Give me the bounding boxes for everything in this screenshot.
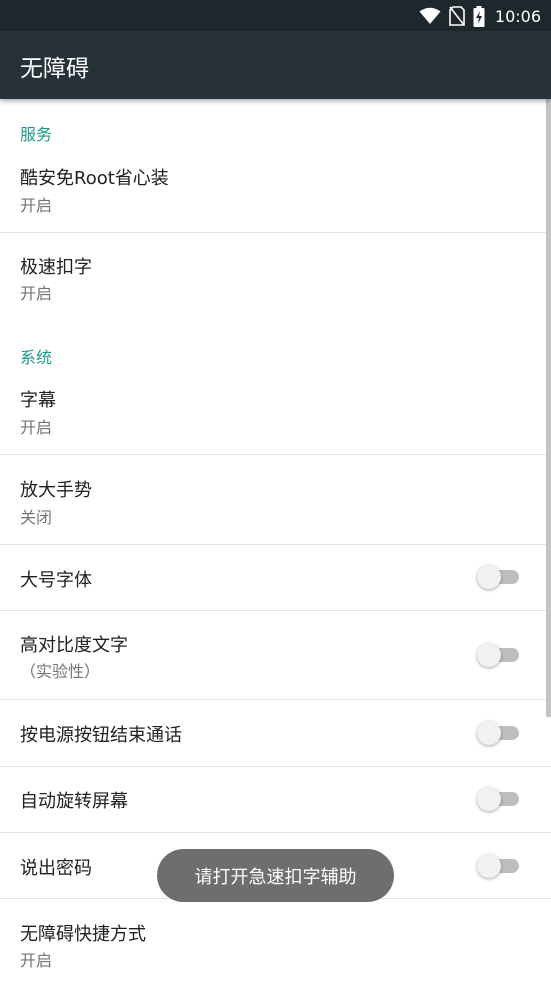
speak-passwords-switch[interactable] <box>477 854 521 878</box>
pref-title: 说出密码 <box>20 858 92 879</box>
pref-item-large-text[interactable]: 大号字体 <box>0 545 551 610</box>
high-contrast-switch[interactable] <box>477 643 521 667</box>
pref-item-magnification-gestures[interactable]: 放大手势 关闭 <box>0 455 551 544</box>
pref-summary: 开启 <box>20 196 53 215</box>
switch-thumb <box>477 643 501 667</box>
no-sim-icon <box>449 6 465 26</box>
pref-item-captions[interactable]: 字幕 开启 <box>0 366 551 454</box>
pref-summary: 关闭 <box>20 508 53 527</box>
pref-title: 放大手势 <box>20 480 92 501</box>
pref-item-accessibility-shortcut[interactable]: 无障碍快捷方式 开启 <box>0 899 551 981</box>
pref-title: 无障碍快捷方式 <box>20 924 146 945</box>
pref-item-auto-rotate[interactable]: 自动旋转屏幕 <box>0 767 551 832</box>
pref-item-power-ends-call[interactable]: 按电源按钮结束通话 <box>0 700 551 766</box>
pref-item-fast-type[interactable]: 极速扣字 开启 <box>0 233 551 323</box>
app-toolbar: 无障碍 <box>0 31 551 99</box>
status-bar: 10:06 <box>0 0 551 31</box>
section-header-services: 服务 <box>20 125 53 144</box>
status-time: 10:06 <box>494 6 541 26</box>
page-title: 无障碍 <box>20 56 89 82</box>
pref-title: 高对比度文字 <box>20 635 128 656</box>
auto-rotate-switch[interactable] <box>477 787 521 811</box>
toast-message: 请打开急速扣字辅助 <box>157 849 394 902</box>
pref-summary: 开启 <box>20 951 53 970</box>
power-ends-call-switch[interactable] <box>477 721 521 745</box>
switch-thumb <box>477 721 501 745</box>
pref-title: 自动旋转屏幕 <box>20 791 128 812</box>
pref-item-coolapk-installer[interactable]: 酷安免Root省心装 开启 <box>0 144 551 232</box>
switch-thumb <box>477 787 501 811</box>
pref-title: 极速扣字 <box>20 257 92 278</box>
large-text-switch[interactable] <box>477 565 521 589</box>
switch-thumb <box>477 565 501 589</box>
pref-title: 酷安免Root省心装 <box>20 168 169 189</box>
status-icons: 10:06 <box>419 5 541 27</box>
pref-summary: 开启 <box>20 284 53 303</box>
pref-title: 按电源按钮结束通话 <box>20 725 182 746</box>
battery-charging-icon <box>473 5 485 27</box>
scrollbar[interactable] <box>546 99 551 717</box>
wifi-icon <box>419 7 441 24</box>
pref-summary: （实验性） <box>20 662 101 681</box>
pref-title: 大号字体 <box>20 570 92 591</box>
pref-item-high-contrast-text[interactable]: 高对比度文字 （实验性） <box>0 611 551 699</box>
switch-thumb <box>477 854 501 878</box>
pref-title: 字幕 <box>20 390 56 411</box>
pref-summary: 开启 <box>20 418 53 437</box>
section-header-system: 系统 <box>20 348 53 367</box>
